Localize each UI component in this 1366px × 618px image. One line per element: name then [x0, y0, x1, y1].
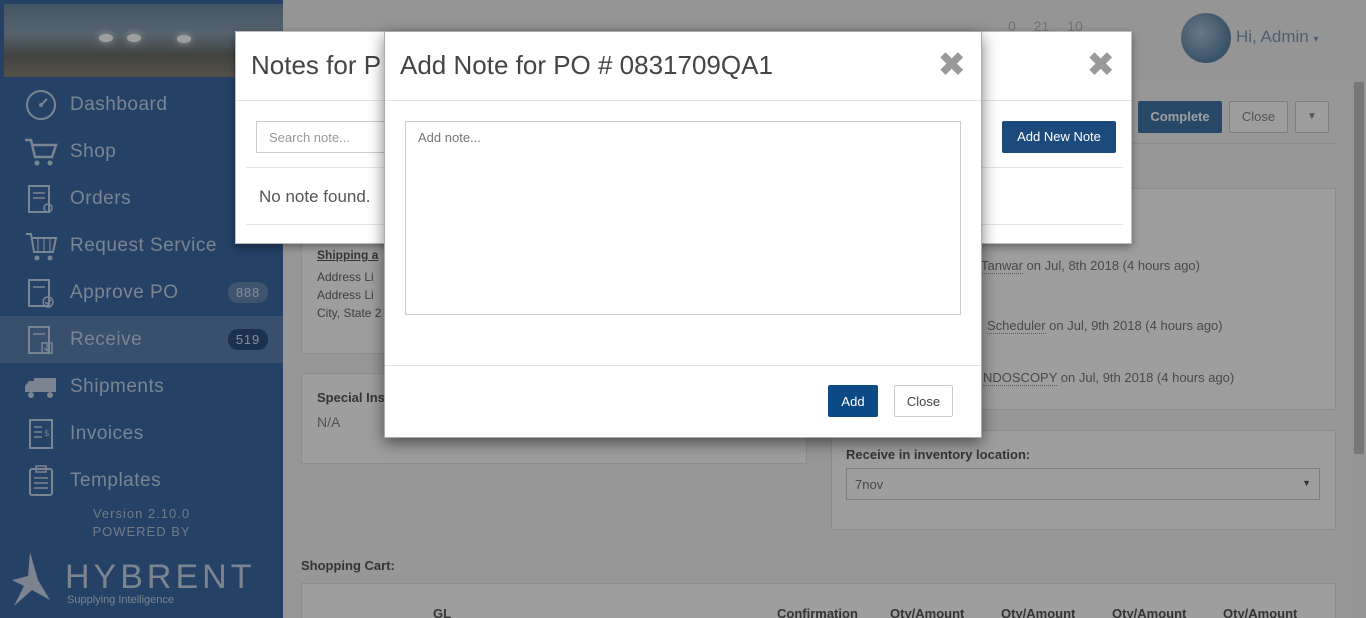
note-textarea[interactable]	[405, 121, 961, 315]
close-icon[interactable]: ✖	[1087, 48, 1116, 82]
divider	[385, 365, 981, 366]
notes-modal-title: Notes for P	[251, 50, 382, 80]
divider	[385, 100, 981, 101]
add-note-button[interactable]: Add	[828, 385, 878, 417]
add-note-modal-title: Add Note for PO # 0831709QA1	[400, 50, 773, 80]
no-notes-message: No note found.	[259, 187, 371, 206]
close-icon[interactable]: ✖	[938, 48, 967, 82]
add-new-note-button[interactable]: Add New Note	[1002, 121, 1116, 153]
add-note-modal: Add Note for PO # 0831709QA1 ✖ Add Close	[384, 31, 982, 438]
close-button[interactable]: Close	[894, 385, 953, 417]
